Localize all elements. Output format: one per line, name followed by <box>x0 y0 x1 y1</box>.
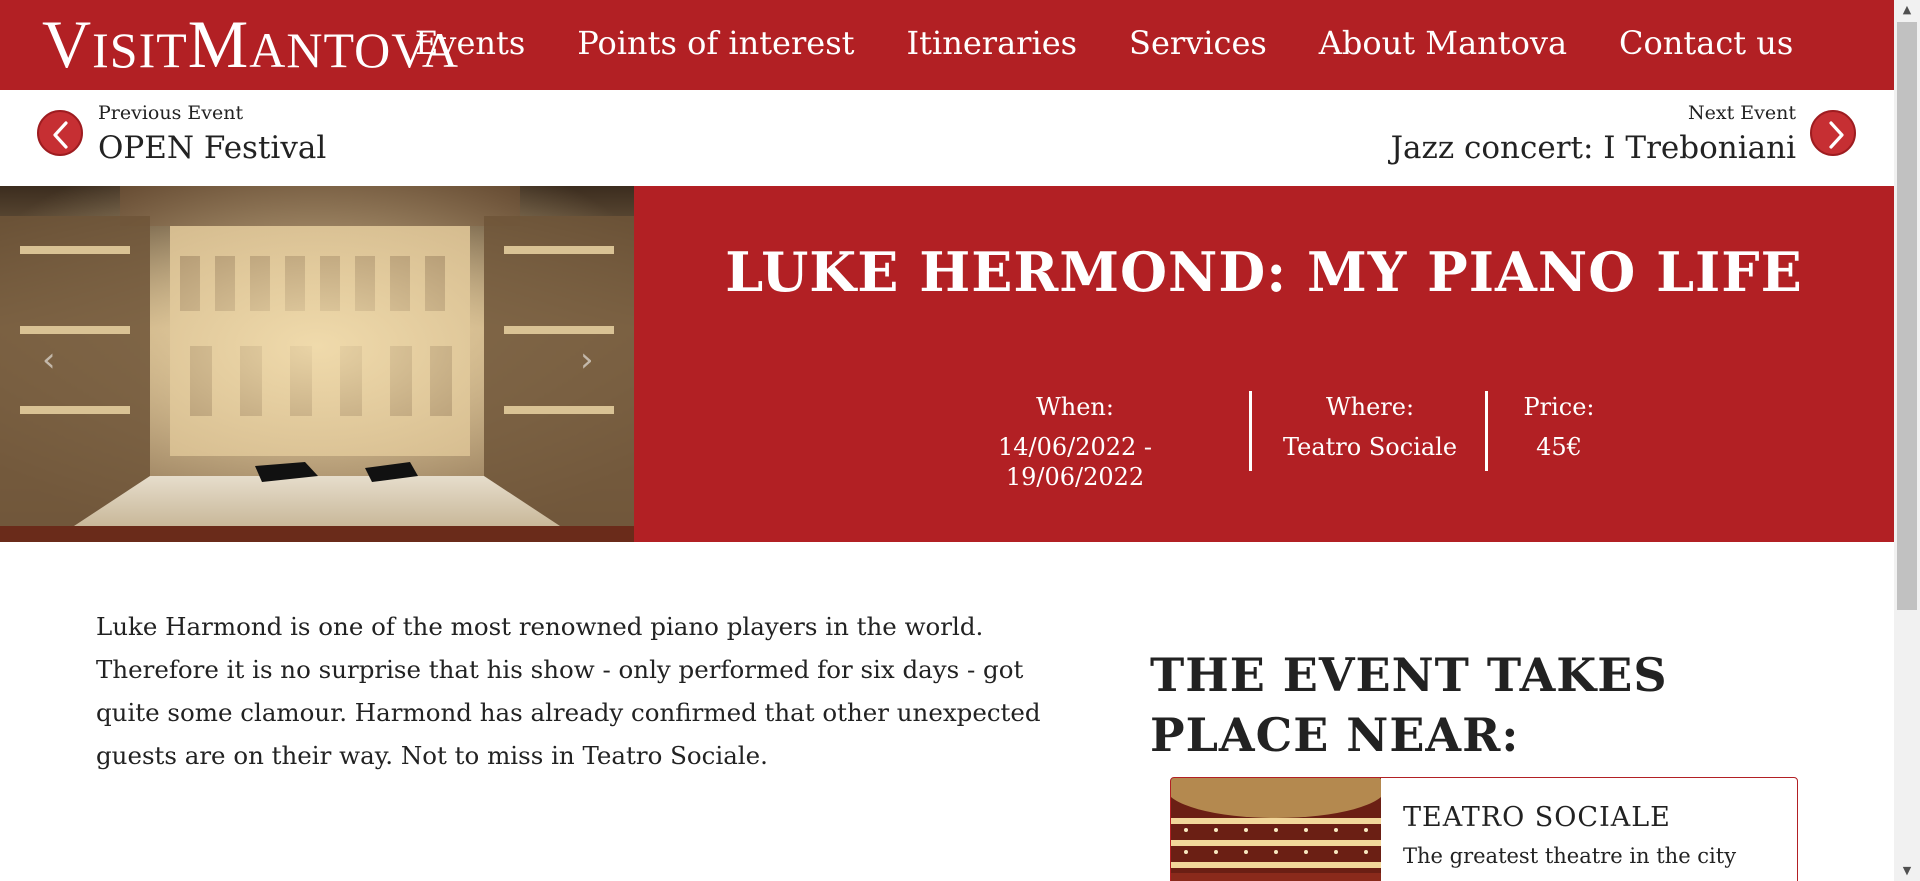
info-divider <box>1485 391 1488 471</box>
nav-link-events[interactable]: Events <box>415 24 525 62</box>
price-value: 45€ <box>1536 433 1582 461</box>
theatre-photo: ‹ › <box>0 186 634 542</box>
event-when: When: 14/06/2022 - 19/06/2022 <box>934 392 1216 492</box>
top-navigation-bar: VISITMANTOVA Events Points of interest I… <box>0 0 1894 90</box>
nav-link-contact-us[interactable]: Contact us <box>1619 24 1793 62</box>
price-label: Price: <box>1523 393 1595 421</box>
page-scrollbar[interactable]: ▲ ▼ <box>1894 0 1920 881</box>
place-subtitle: The greatest theatre in the city <box>1403 844 1737 868</box>
main-menu: Events Points of interest Itineraries Se… <box>389 0 1819 86</box>
event-pagination: Previous Event OPEN Festival Next Event … <box>0 90 1894 186</box>
place-thumbnail <box>1171 778 1381 881</box>
scroll-up-arrow-icon[interactable]: ▲ <box>1894 0 1920 20</box>
svg-text:‹: ‹ <box>42 340 56 380</box>
when-label: When: <box>1036 393 1114 421</box>
next-event-caption: Next Event <box>1688 102 1796 124</box>
logo-text: ISIT <box>92 22 188 78</box>
scrollbar-thumb[interactable] <box>1897 22 1917 610</box>
info-divider <box>1249 391 1252 471</box>
nav-link-points-of-interest[interactable]: Points of interest <box>577 24 854 62</box>
theatre-interior-photo <box>1171 778 1381 881</box>
where-value: Teatro Sociale <box>1282 433 1458 461</box>
event-hero: ‹ › LUKE HERMOND: MY PIANO LIFE When: 14… <box>0 186 1894 542</box>
previous-event-caption: Previous Event <box>98 102 244 124</box>
logo-letter: M <box>187 6 250 82</box>
chevron-right-icon <box>1829 121 1844 149</box>
previous-event-link[interactable]: OPEN Festival <box>98 130 326 166</box>
nearby-place-card[interactable]: TEATRO SOCIALE The greatest theatre in t… <box>1170 777 1798 881</box>
when-value: 14/06/2022 - 19/06/2022 <box>997 433 1153 491</box>
where-label: Where: <box>1325 393 1415 421</box>
chevron-left-icon <box>53 121 68 149</box>
nav-link-itineraries[interactable]: Itineraries <box>907 24 1078 62</box>
next-event-button[interactable] <box>1810 110 1856 156</box>
nav-link-about-mantova[interactable]: About Mantova <box>1319 24 1567 62</box>
event-price: Price: 45€ <box>1514 392 1604 462</box>
event-title: LUKE HERMOND: MY PIANO LIFE <box>725 240 1803 304</box>
svg-text:›: › <box>580 340 594 380</box>
logo-letter: V <box>42 6 93 82</box>
nearby-heading: THE EVENT TAKES PLACE NEAR: <box>1150 648 1668 762</box>
event-description: Luke Harmond is one of the most renowned… <box>96 612 1041 770</box>
event-image-carousel[interactable]: ‹ › <box>0 186 634 542</box>
place-name[interactable]: TEATRO SOCIALE <box>1403 802 1671 833</box>
previous-event-button[interactable] <box>37 110 83 156</box>
next-event-link[interactable]: Jazz concert: I Treboniani <box>1391 130 1796 166</box>
scroll-down-arrow-icon[interactable]: ▼ <box>1894 861 1920 881</box>
event-where: Where: Teatro Sociale <box>1276 392 1464 462</box>
nav-link-services[interactable]: Services <box>1129 24 1267 62</box>
